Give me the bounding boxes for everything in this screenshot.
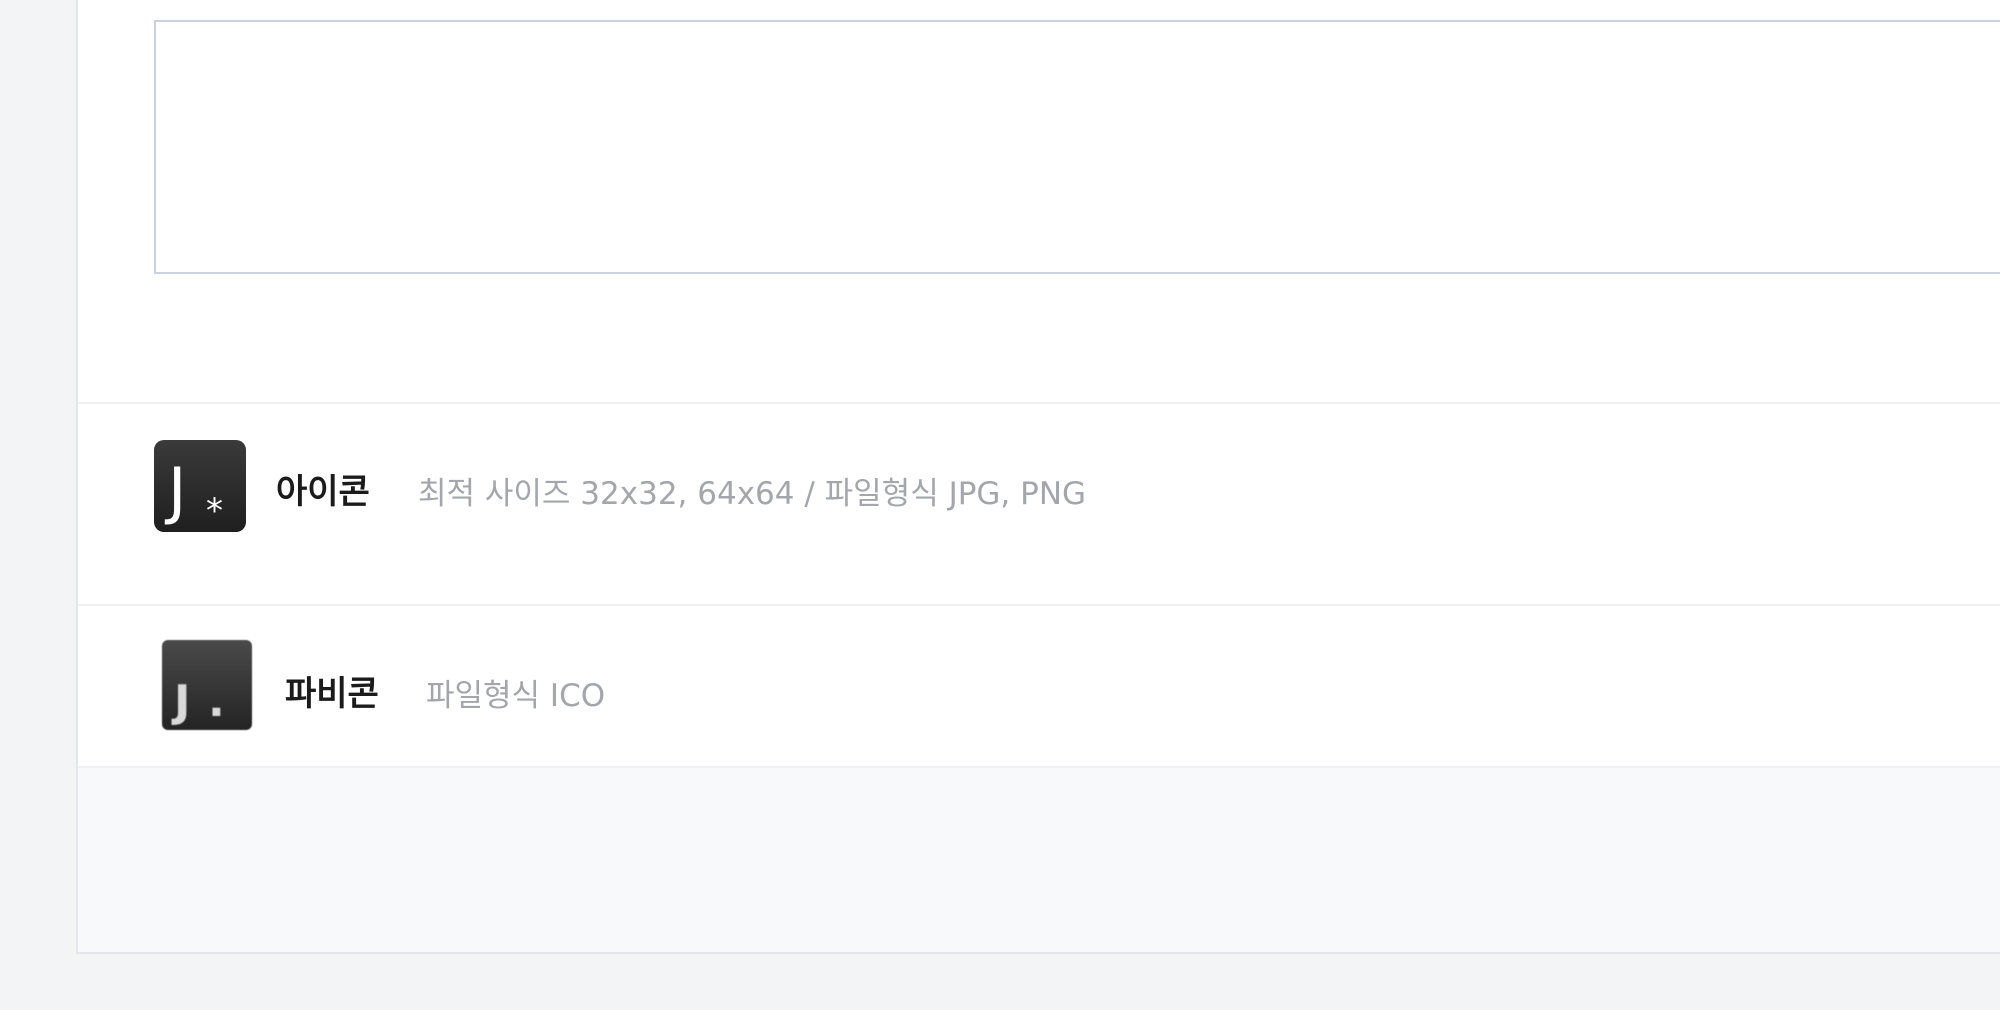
favicon-setting-title: 파비콘	[285, 674, 379, 714]
panel-footer-area	[78, 768, 2000, 952]
favicon-glyph: J	[171, 676, 190, 727]
icon-mark: *	[206, 491, 223, 531]
icon-setting-title: 아이콘	[276, 472, 370, 512]
app-icon-preview[interactable]: J *	[154, 440, 246, 532]
icon-glyph: J	[164, 454, 186, 527]
j-dot-favicon-icon: J .	[171, 676, 225, 727]
favicon-mark: .	[208, 676, 225, 727]
favicon-preview[interactable]: J .	[162, 640, 252, 730]
text-input-area[interactable]	[154, 20, 2000, 274]
favicon-setting-description: 파일형식 ICO	[426, 678, 606, 714]
icon-setting-row: J * 아이콘 최적 사이즈 32x32, 64x64 / 파일형식 JPG, …	[78, 402, 2000, 604]
icon-setting-description: 최적 사이즈 32x32, 64x64 / 파일형식 JPG, PNG	[418, 476, 1087, 512]
settings-panel: J * 아이콘 최적 사이즈 32x32, 64x64 / 파일형식 JPG, …	[76, 0, 2000, 954]
j-asterisk-icon: J *	[164, 454, 223, 531]
favicon-setting-row: J . 파비콘 파일형식 ICO	[78, 604, 2000, 768]
